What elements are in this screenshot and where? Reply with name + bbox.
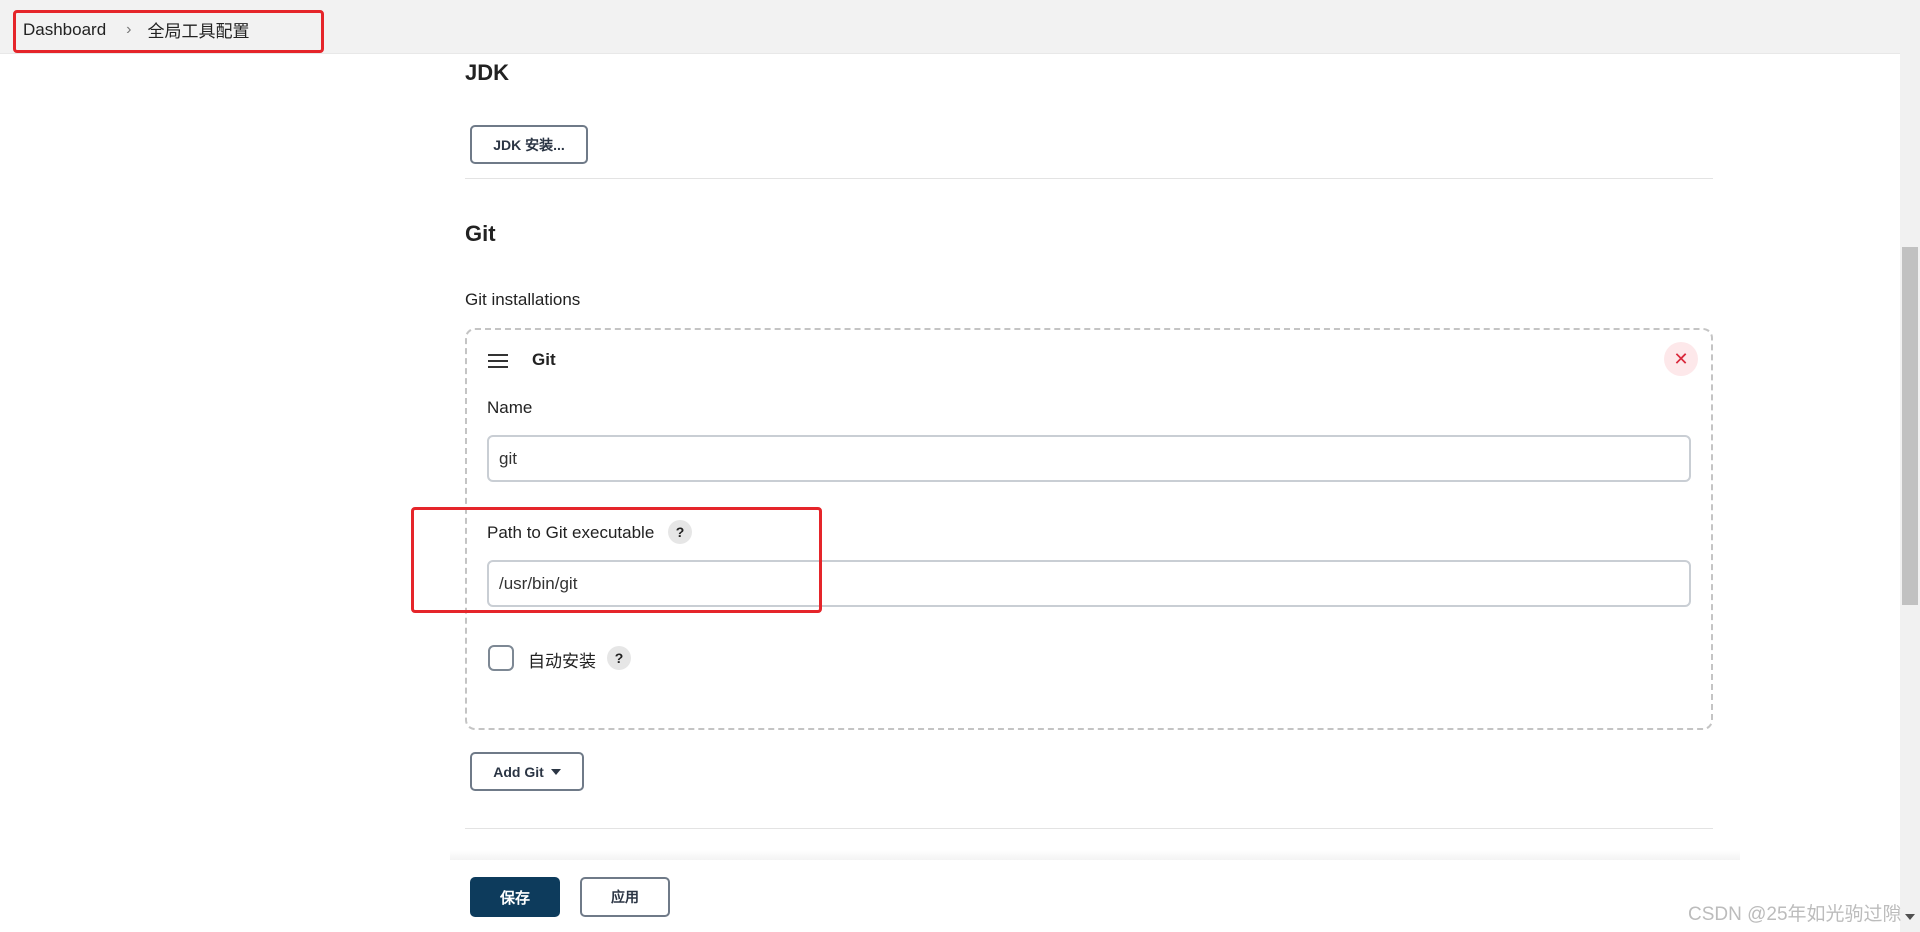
section-divider (465, 178, 1713, 179)
breadcrumb: Dashboard › 全局工具配置 (23, 17, 250, 42)
git-path-input[interactable] (487, 560, 1691, 607)
name-field-label: Name (487, 398, 533, 417)
apply-button[interactable]: 应用 (580, 877, 670, 917)
git-installations-label: Git installations (465, 290, 581, 309)
add-git-label: Add Git (493, 763, 544, 780)
section-divider (465, 828, 1713, 829)
jdk-section-title: JDK (465, 60, 510, 85)
scroll-down-arrow-icon[interactable] (1905, 914, 1915, 920)
save-button[interactable]: 保存 (470, 877, 560, 917)
path-field-label: Path to Git executable (487, 523, 655, 542)
auto-install-label: 自动安装 (528, 652, 596, 671)
chevron-right-icon: › (126, 20, 132, 38)
scrollbar-thumb[interactable] (1902, 247, 1918, 605)
git-installation-title: Git (532, 350, 556, 369)
help-icon[interactable]: ? (607, 646, 631, 670)
breadcrumb-global-tool-config-link[interactable]: 全局工具配置 (148, 17, 250, 42)
drag-handle-icon[interactable] (488, 354, 508, 368)
caret-down-icon (550, 768, 561, 775)
jdk-install-button[interactable]: JDK 安装... (470, 125, 588, 164)
watermark-text: CSDN @25年如光驹过隙 (1688, 904, 1902, 925)
add-git-button[interactable]: Add Git (470, 752, 584, 791)
git-name-input[interactable] (487, 435, 1691, 482)
close-icon[interactable]: ✕ (1664, 342, 1698, 376)
help-icon[interactable]: ? (668, 520, 692, 544)
breadcrumb-dashboard-link[interactable]: Dashboard (23, 20, 106, 40)
auto-install-checkbox[interactable] (488, 645, 514, 671)
git-section-title: Git (465, 221, 496, 246)
breadcrumb-bar: Dashboard › 全局工具配置 (0, 0, 1900, 54)
bottom-bar-shadow (450, 850, 1740, 860)
